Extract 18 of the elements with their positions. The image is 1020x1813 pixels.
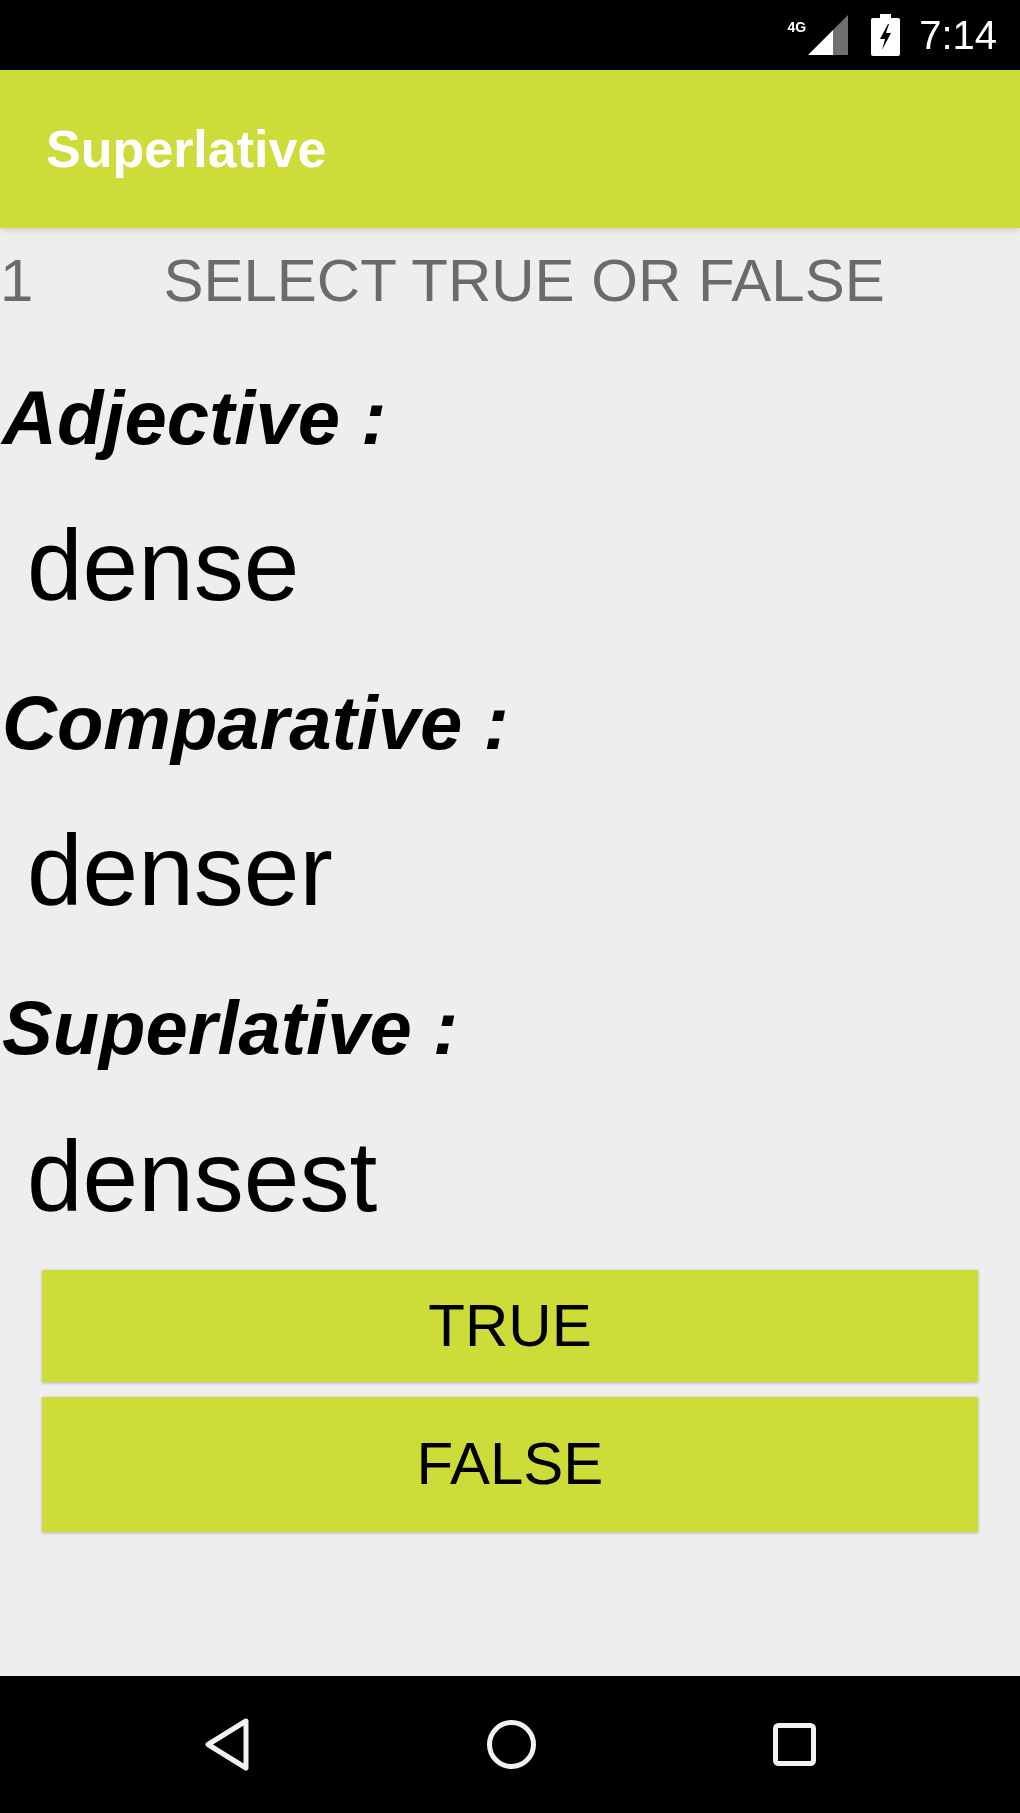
answer-button[interactable]: TRUE — [42, 1269, 978, 1382]
back-icon[interactable] — [205, 1718, 249, 1771]
signal-icon — [808, 15, 849, 55]
word-form: dense — [27, 508, 300, 624]
network-type-label: 4G — [787, 20, 807, 34]
home-icon[interactable] — [487, 1720, 536, 1769]
app-title: Superlative — [46, 118, 327, 180]
word-form: denser — [27, 813, 333, 929]
battery-charging-icon — [871, 14, 901, 56]
form-label: Superlative : — [1, 984, 460, 1073]
question-number: 1 — [0, 246, 34, 315]
recents-icon[interactable] — [773, 1723, 816, 1766]
form-label: Comparative : — [1, 679, 510, 768]
word-form: densest — [27, 1118, 378, 1234]
answer-button[interactable]: FALSE — [42, 1396, 978, 1532]
clock-time: 7:14 — [919, 15, 997, 55]
form-label: Adjective : — [0, 374, 388, 462]
question-instruction: SELECT TRUE OR FALSE — [163, 246, 885, 315]
